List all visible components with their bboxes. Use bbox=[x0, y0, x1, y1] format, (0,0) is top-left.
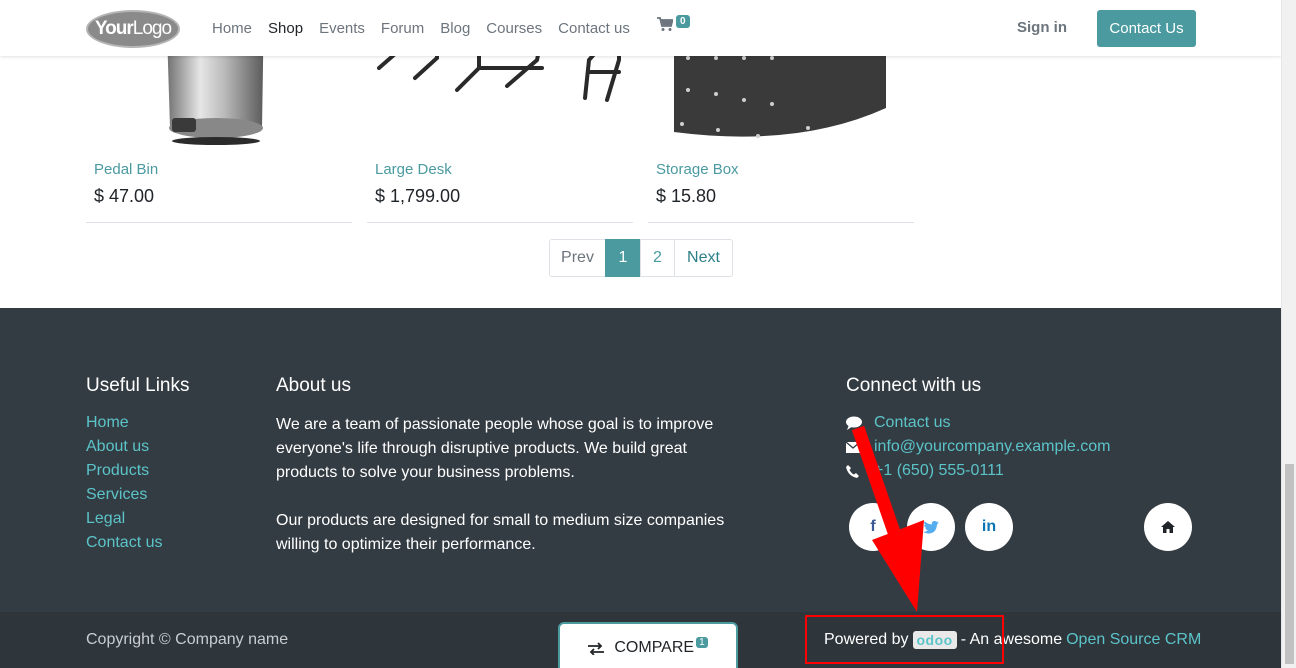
logo-text: Logo bbox=[132, 18, 172, 39]
about-paragraph-1: We are a team of passionate people whose… bbox=[276, 416, 714, 481]
sign-in-link[interactable]: Sign in bbox=[1017, 19, 1067, 36]
contact-us-button[interactable]: Contact Us bbox=[1097, 10, 1196, 47]
footer-link-contact-us[interactable]: Contact us bbox=[86, 534, 162, 558]
footer-link-services[interactable]: Services bbox=[86, 486, 162, 510]
site-footer: Useful Links Home About us Products Serv… bbox=[0, 308, 1281, 612]
product-price: $ 47.00 bbox=[94, 186, 155, 206]
compare-count-badge: 1 bbox=[696, 636, 708, 648]
nav-forum[interactable]: Forum bbox=[373, 20, 432, 37]
site-header: Your Logo Home Shop Events Forum Blog Cou… bbox=[0, 0, 1281, 56]
connect-title: Connect with us bbox=[846, 375, 982, 396]
connect-phone-link[interactable]: +1 (650) 555-0111 bbox=[874, 462, 1004, 480]
nav-shop[interactable]: Shop bbox=[260, 20, 311, 37]
open-source-crm-link[interactable]: Open Source CRM bbox=[1066, 631, 1201, 649]
connect-email[interactable]: info@yourcompany.example.com bbox=[846, 438, 1111, 456]
pagination-prev[interactable]: Prev bbox=[549, 239, 606, 277]
cart-icon bbox=[657, 17, 674, 31]
pagination-next[interactable]: Next bbox=[674, 239, 733, 277]
product-name[interactable]: Storage Box bbox=[656, 161, 739, 178]
pagination-page-2[interactable]: 2 bbox=[640, 239, 675, 277]
comment-icon bbox=[846, 415, 866, 431]
phone-icon bbox=[846, 463, 866, 479]
connect-contact-link[interactable]: Contact us bbox=[874, 414, 950, 432]
cart-link[interactable]: 0 bbox=[657, 15, 690, 37]
connect-phone[interactable]: +1 (650) 555-0111 bbox=[846, 462, 1004, 480]
product-name[interactable]: Pedal Bin bbox=[94, 161, 158, 178]
twitter-icon[interactable] bbox=[907, 503, 955, 551]
connect-email-link[interactable]: info@yourcompany.example.com bbox=[874, 438, 1111, 456]
cart-count-badge: 0 bbox=[676, 15, 690, 28]
useful-links-title: Useful Links bbox=[86, 375, 190, 396]
nav-contact-us[interactable]: Contact us bbox=[550, 20, 638, 37]
footer-link-legal[interactable]: Legal bbox=[86, 510, 162, 534]
copyright-text: Copyright © Company name bbox=[86, 631, 289, 648]
page: Pedal Bin $ 47.00 Large Desk $ 1,799.00 bbox=[0, 0, 1281, 668]
compare-button[interactable]: COMPARE 1 bbox=[558, 622, 738, 668]
footer-link-home[interactable]: Home bbox=[86, 414, 162, 438]
annotation-highlight-box bbox=[805, 615, 1004, 664]
main-nav: Home Shop Events Forum Blog Courses Cont… bbox=[204, 0, 638, 56]
nav-courses[interactable]: Courses bbox=[478, 20, 550, 37]
about-us-text: We are a team of passionate people whose… bbox=[276, 413, 746, 581]
pagination: Prev 1 2 Next bbox=[549, 239, 733, 277]
logo-text-bold: Your bbox=[94, 18, 134, 39]
linkedin-icon[interactable]: in bbox=[965, 503, 1013, 551]
scrollbar-thumb[interactable] bbox=[1285, 464, 1294, 664]
useful-links-list: Home About us Products Services Legal Co… bbox=[86, 414, 162, 558]
footer-link-about-us[interactable]: About us bbox=[86, 438, 162, 462]
connect-contact[interactable]: Contact us bbox=[846, 414, 950, 432]
pagination-page-1[interactable]: 1 bbox=[605, 239, 641, 277]
home-icon[interactable] bbox=[1144, 503, 1192, 551]
footer-link-products[interactable]: Products bbox=[86, 462, 162, 486]
exchange-icon bbox=[588, 641, 605, 655]
facebook-icon[interactable]: f bbox=[849, 503, 897, 551]
about-us-title: About us bbox=[276, 375, 351, 396]
product-name[interactable]: Large Desk bbox=[375, 161, 452, 178]
compare-label: COMPARE bbox=[614, 639, 695, 656]
product-price: $ 1,799.00 bbox=[375, 186, 461, 206]
envelope-icon bbox=[846, 439, 866, 455]
about-paragraph-2: Our products are designed for small to m… bbox=[276, 512, 725, 553]
nav-events[interactable]: Events bbox=[311, 20, 373, 37]
nav-blog[interactable]: Blog bbox=[432, 20, 478, 37]
product-price: $ 15.80 bbox=[656, 186, 717, 206]
vertical-scrollbar[interactable] bbox=[1281, 0, 1296, 668]
nav-home[interactable]: Home bbox=[204, 20, 260, 37]
site-logo[interactable]: Your Logo bbox=[86, 10, 180, 48]
